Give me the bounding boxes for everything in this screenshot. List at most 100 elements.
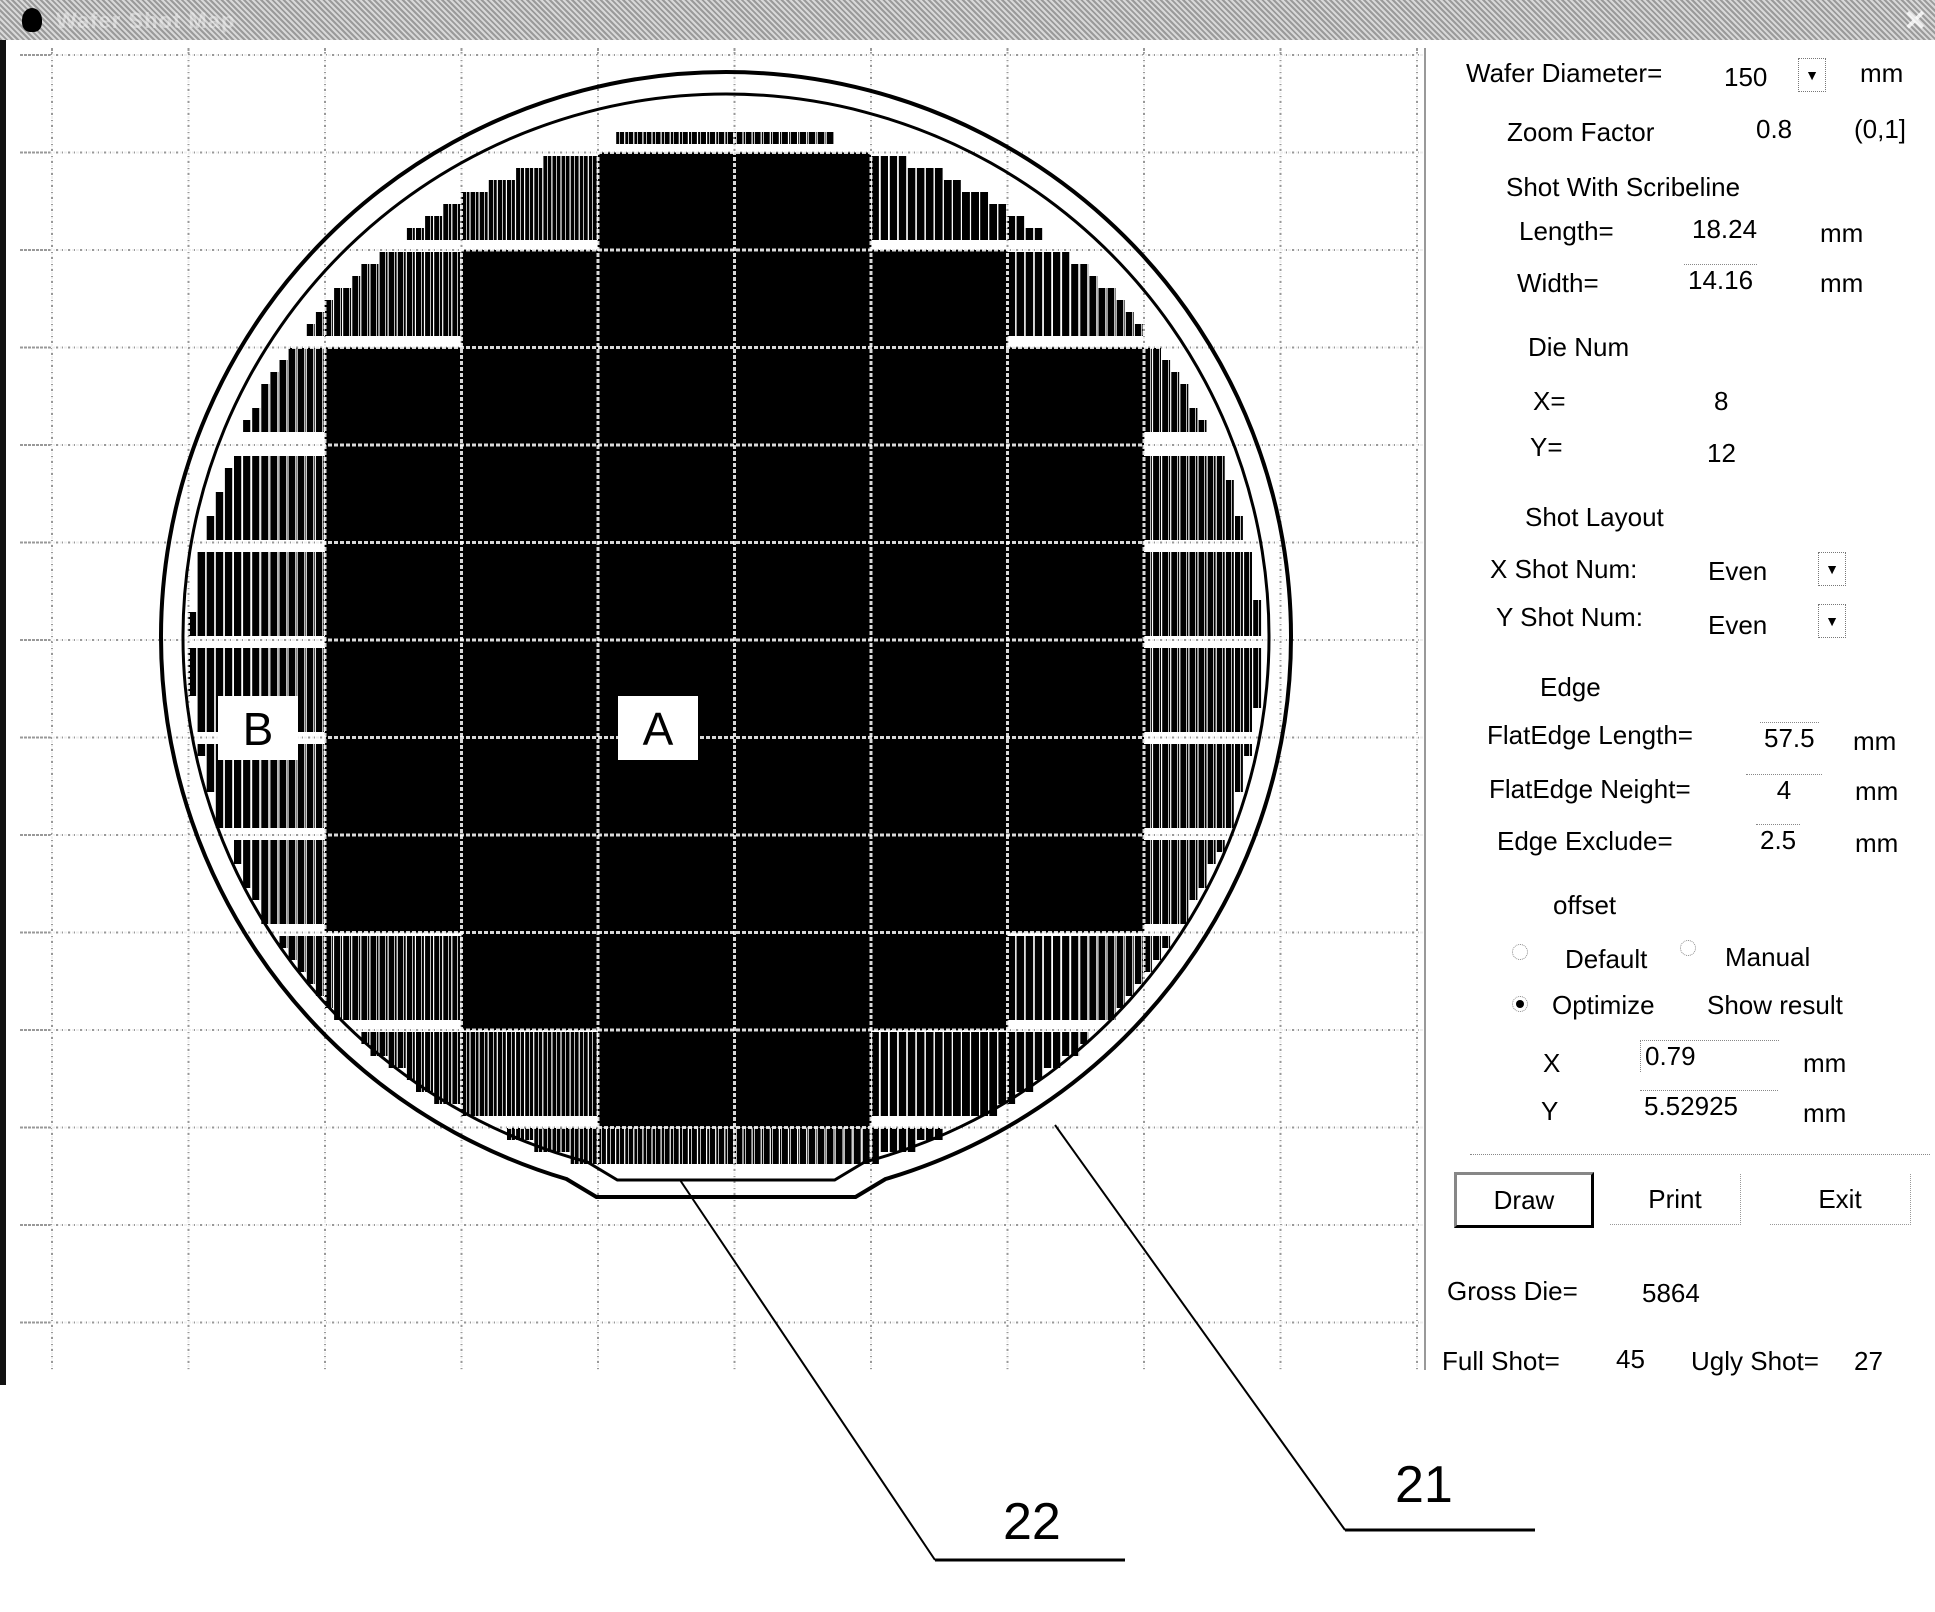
partial-shot-die-column [1216, 648, 1225, 732]
flat-edge-length-input[interactable]: 57.5 [1760, 722, 1819, 754]
offset-manual-radio[interactable] [1680, 940, 1696, 956]
gross-die-label: Gross Die= [1447, 1276, 1578, 1306]
partial-shot-die-column [843, 1128, 852, 1164]
offset-optimize-radio[interactable] [1512, 996, 1528, 1012]
full-shot [461, 835, 598, 933]
partial-shot-die-column [889, 156, 898, 240]
partial-shot-die-column [443, 252, 452, 336]
partial-shot-die-column [962, 1032, 970, 1116]
offset-x-input[interactable]: 0.79 [1640, 1040, 1779, 1072]
partial-shot-die-column [1144, 348, 1152, 432]
partial-shot-die-column [243, 420, 251, 432]
partial-shot-die-column [1025, 936, 1034, 1020]
partial-shot-die-column [543, 156, 552, 240]
partial-shot-die-column [1071, 936, 1080, 1020]
partial-shot-die-column [725, 132, 734, 144]
full-shot [734, 640, 871, 738]
partial-shot-die-column [488, 180, 497, 240]
shot-length-unit: mm [1820, 218, 1864, 248]
partial-shot-die-column [334, 288, 342, 336]
callout-21: 21 [1395, 1456, 1453, 1514]
partial-shot-die-column [1089, 276, 1098, 336]
partial-shot-die-column [406, 1032, 415, 1080]
partial-shot-die-column [798, 1128, 807, 1164]
offset-x-unit: mm [1803, 1048, 1847, 1078]
full-shot [734, 542, 871, 640]
partial-shot-die-column [252, 456, 261, 540]
wafer-diameter-select[interactable]: 150 [1724, 62, 1767, 93]
offset-manual-label[interactable]: Manual [1725, 942, 1810, 973]
partial-shot-die-column [1171, 840, 1180, 924]
partial-shot-die-column [752, 132, 761, 144]
partial-shot-die-column [443, 204, 452, 240]
partial-shot-die-column [452, 1032, 461, 1104]
print-button[interactable]: Print [1610, 1174, 1741, 1225]
partial-shot-die-column [434, 936, 443, 1020]
partial-shot-die-column [388, 252, 397, 336]
partial-shot-die-column [634, 1128, 643, 1164]
partial-shot-die-column [1016, 252, 1025, 336]
partial-shot-die-column [816, 1128, 825, 1164]
flat-edge-length-unit: mm [1853, 726, 1897, 756]
partial-shot-die-column [224, 552, 233, 636]
die-y-label: Y= [1530, 432, 1563, 462]
offset-default-label[interactable]: Default [1565, 944, 1647, 975]
partial-shot-die-column [261, 840, 270, 924]
full-shot [734, 1030, 871, 1128]
partial-shot-die-column [1171, 744, 1180, 828]
partial-shot-die-column [989, 204, 998, 240]
partial-shot-die-column [243, 840, 251, 888]
y-shot-dropdown-icon[interactable]: ▼ [1818, 604, 1846, 638]
partial-shot-die-column [1043, 1032, 1052, 1068]
show-result-label[interactable]: Show result [1707, 990, 1843, 1021]
full-shot [871, 250, 1008, 348]
partial-shot-die-column [1162, 936, 1171, 948]
partial-shot-die-column [525, 1128, 534, 1140]
partial-shot-die-column [725, 1128, 734, 1164]
partial-shot-die-column [770, 132, 779, 144]
offset-y-input[interactable]: 5.52925 [1640, 1090, 1778, 1122]
partial-shot-die-column [689, 132, 697, 144]
partial-shot-die-column [1007, 252, 1016, 336]
partial-shot-die-column [297, 744, 306, 828]
partial-shot-die-column [652, 1128, 661, 1164]
full-shot [461, 347, 598, 445]
wafer-diameter-dropdown-icon[interactable]: ▼ [1798, 58, 1826, 92]
partial-shot-die-column [306, 456, 315, 540]
partial-shot-die-column [352, 936, 361, 1020]
x-shot-dropdown-icon[interactable]: ▼ [1818, 552, 1846, 586]
offset-default-radio[interactable] [1512, 944, 1528, 960]
partial-shot-die-column [1225, 552, 1234, 636]
partial-shot-die-column [1189, 552, 1198, 636]
zoom-factor-input[interactable]: 0.8 [1752, 114, 1796, 145]
shot-width-input[interactable]: 14.16 [1684, 264, 1758, 296]
partial-shot-die-column [952, 1032, 961, 1116]
partial-shot-die-column [1034, 936, 1043, 1020]
shot-length-input[interactable]: 18.24 [1688, 214, 1761, 245]
exit-button[interactable]: Exit [1770, 1174, 1911, 1225]
partial-shot-die-column [379, 252, 388, 336]
partial-shot-die-column [1207, 840, 1216, 864]
partial-shot-die-column [306, 348, 315, 432]
partial-shot-die-column [352, 276, 361, 336]
partial-shot-die-column [288, 348, 297, 432]
x-shot-num-select[interactable]: Even [1708, 556, 1767, 587]
edge-exclude-input[interactable]: 2.5 [1756, 824, 1801, 856]
partial-shot-die-column [898, 156, 907, 240]
partial-shot-die-column [261, 552, 270, 636]
partial-shot-die-column [1162, 840, 1171, 924]
flat-edge-height-input[interactable]: 4 [1746, 774, 1822, 806]
partial-shot-die-column [752, 1128, 761, 1164]
partial-shot-die-column [406, 936, 415, 1020]
y-shot-num-select[interactable]: Even [1708, 610, 1767, 641]
draw-button[interactable]: Draw [1454, 1172, 1594, 1228]
full-shot [734, 932, 871, 1030]
partial-shot-die-column [607, 1128, 615, 1164]
partial-shot-die-column [1025, 1032, 1034, 1092]
partial-shot-die-column [1180, 552, 1189, 636]
partial-shot-die-column [934, 1032, 943, 1116]
partial-shot-die-column [497, 1032, 506, 1116]
partial-shot-die-column [1153, 744, 1161, 828]
partial-shot-die-column [315, 456, 324, 540]
offset-optimize-label[interactable]: Optimize [1552, 990, 1655, 1021]
